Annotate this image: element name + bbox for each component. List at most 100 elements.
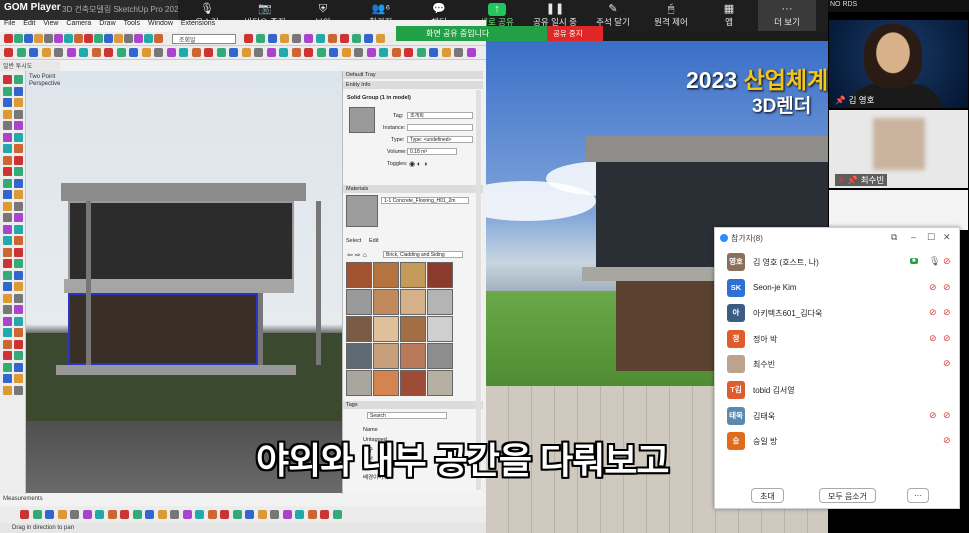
tool-icon[interactable]: [179, 48, 188, 57]
tool-icon[interactable]: [84, 34, 93, 43]
tool-icon[interactable]: [270, 510, 279, 519]
tool-icon[interactable]: [268, 34, 277, 43]
mic-icon[interactable]: 🎙: [929, 256, 940, 267]
tool-icon[interactable]: [3, 201, 12, 211]
material-name-field[interactable]: 1-1 Concrete_Flooring_H01_2m: [381, 197, 469, 204]
minimize-icon[interactable]: –: [911, 232, 916, 242]
tool-icon[interactable]: [3, 213, 12, 222]
material-swatch[interactable]: [346, 289, 372, 315]
tool-icon[interactable]: [229, 48, 238, 57]
tool-icon[interactable]: [316, 48, 326, 57]
popout-icon[interactable]: ⧉: [891, 232, 897, 243]
tool-icon[interactable]: [329, 48, 338, 57]
tool-icon[interactable]: [3, 98, 12, 107]
tool-icon[interactable]: [4, 48, 13, 57]
tool-icon[interactable]: [454, 48, 463, 57]
tool-icon[interactable]: [204, 48, 213, 57]
tool-icon[interactable]: [64, 34, 73, 43]
tool-icon[interactable]: [154, 48, 163, 57]
tool-icon[interactable]: [354, 48, 363, 57]
tool-icon[interactable]: [3, 351, 12, 360]
zoom-apps-button[interactable]: ▦ 앱: [700, 0, 758, 31]
tool-icon[interactable]: [3, 316, 12, 326]
materials-select-tab[interactable]: Select: [346, 238, 361, 244]
material-swatch[interactable]: [400, 370, 426, 396]
participant-row[interactable]: SK Seon-je Kim ⊘ ⊘: [727, 276, 952, 300]
tool-icon[interactable]: [74, 34, 83, 43]
tool-icon[interactable]: [291, 48, 301, 57]
tool-icon[interactable]: [170, 510, 179, 519]
tray-scrollbar[interactable]: [476, 90, 481, 490]
tool-icon[interactable]: [14, 362, 23, 372]
tool-icon[interactable]: [14, 282, 23, 291]
participant-row[interactable]: 아 아키텍츠601_김다욱 ⊘ ⊘: [727, 301, 952, 325]
tool-icon[interactable]: [104, 48, 113, 57]
material-swatch[interactable]: [346, 343, 372, 369]
tool-icon[interactable]: [14, 385, 23, 395]
tool-icon[interactable]: [244, 34, 253, 43]
tool-icon[interactable]: [3, 75, 12, 84]
tool-icon[interactable]: [94, 34, 103, 43]
tool-icon[interactable]: [257, 510, 267, 519]
tool-icon[interactable]: [79, 48, 88, 57]
tool-icon[interactable]: [216, 48, 226, 57]
tool-icon[interactable]: [14, 178, 23, 188]
tool-icon[interactable]: [429, 48, 438, 57]
entity-info-header[interactable]: Entity Info: [343, 81, 483, 89]
tool-icon[interactable]: [3, 236, 12, 245]
tool-icon[interactable]: [166, 48, 176, 57]
tool-icon[interactable]: [107, 510, 117, 519]
zoom-remote-control-button[interactable]: 🖱 원격 제어: [642, 0, 700, 31]
tool-icon[interactable]: [379, 48, 388, 57]
tool-icon[interactable]: [44, 34, 53, 43]
zoom-more-button[interactable]: ··· 더 보기: [758, 0, 816, 31]
tool-icon[interactable]: [292, 34, 301, 43]
tool-icon[interactable]: [91, 48, 101, 57]
tool-icon[interactable]: [132, 510, 142, 519]
tool-icon[interactable]: [24, 34, 33, 43]
tool-icon[interactable]: [3, 155, 12, 165]
tool-icon[interactable]: [14, 328, 23, 337]
mic-muted-icon[interactable]: ⊘: [929, 333, 937, 344]
materials-edit-tab[interactable]: Edit: [369, 238, 378, 244]
tool-icon[interactable]: [232, 510, 242, 519]
tool-icon[interactable]: [279, 48, 288, 57]
tool-icon[interactable]: [3, 178, 12, 188]
tool-icon[interactable]: [282, 510, 292, 519]
menu-view[interactable]: View: [43, 20, 58, 27]
tool-icon[interactable]: [14, 305, 23, 314]
tool-icon[interactable]: [332, 510, 342, 519]
tool-icon[interactable]: [14, 259, 23, 268]
tool-icon[interactable]: [245, 510, 254, 519]
tool-icon[interactable]: [154, 34, 163, 43]
tool-icon[interactable]: [104, 34, 113, 43]
tool-icon[interactable]: [141, 48, 151, 57]
tool-icon[interactable]: [14, 374, 23, 383]
tool-icon[interactable]: [34, 34, 43, 43]
tool-icon[interactable]: [57, 510, 67, 519]
tool-icon[interactable]: [14, 293, 23, 303]
tool-icon[interactable]: [129, 48, 138, 57]
tool-icon[interactable]: [191, 48, 201, 57]
participant-row[interactable]: 정 정아 박 ⊘ ⊘: [727, 327, 952, 351]
tool-icon[interactable]: [466, 48, 476, 57]
materials-header[interactable]: Materials: [343, 185, 483, 193]
tool-icon[interactable]: [41, 48, 51, 57]
tool-icon[interactable]: [3, 293, 12, 303]
tool-icon[interactable]: [3, 224, 12, 234]
material-swatch[interactable]: [400, 289, 426, 315]
tool-icon[interactable]: [70, 510, 79, 519]
tool-icon[interactable]: [256, 34, 265, 43]
tool-icon[interactable]: [254, 48, 263, 57]
tool-icon[interactable]: [416, 48, 426, 57]
tool-icon[interactable]: [404, 48, 413, 57]
tool-icon[interactable]: [124, 34, 133, 43]
material-swatch[interactable]: [427, 289, 453, 315]
tool-icon[interactable]: [14, 75, 23, 84]
tool-icon[interactable]: [120, 510, 129, 519]
tool-icon[interactable]: [14, 109, 23, 119]
tool-icon[interactable]: [16, 48, 26, 57]
measurements-box[interactable]: Measurements: [0, 494, 486, 506]
tool-icon[interactable]: [3, 328, 12, 337]
entity-material-swatch[interactable]: [349, 107, 375, 133]
